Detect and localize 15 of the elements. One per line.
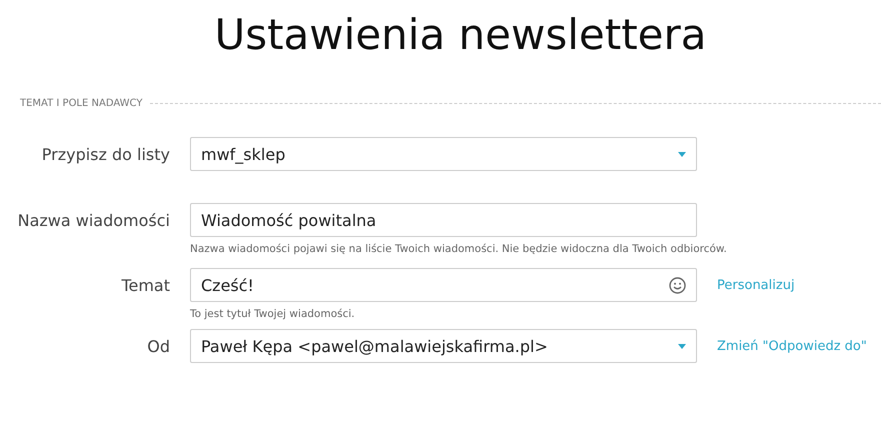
- page-title: Ustawienia newslettera: [213, 9, 708, 61]
- caret-icon: [678, 152, 686, 156]
- emoji-icon[interactable]: [669, 276, 686, 294]
- field-label: Od: [147, 336, 170, 356]
- field-label: Temat: [121, 276, 170, 294]
- field-hint: Nazwa wiadomości pojawi się na liście Twoich wiadomości. Nie będzie widoczna dla Twoich odbiorców.: [190, 242, 727, 256]
- caret-icon: [678, 344, 686, 348]
- input-field[interactable]: Cześć!: [190, 268, 697, 302]
- field-label: Nazwa wiadomości: [18, 210, 170, 230]
- input-field[interactable]: Wiadomość powitalna: [190, 203, 697, 237]
- select-field[interactable]: Paweł Kępa <pawel@malawiejskafirma.pl>: [190, 329, 697, 363]
- section-heading: TEMAT I POLE NADAWCY: [20, 98, 142, 109]
- select-field[interactable]: mwf_sklep: [190, 137, 697, 171]
- field-label: Przypisz do listy: [42, 144, 170, 164]
- field-hint: To jest tytuł Twojej wiadomości.: [190, 307, 355, 321]
